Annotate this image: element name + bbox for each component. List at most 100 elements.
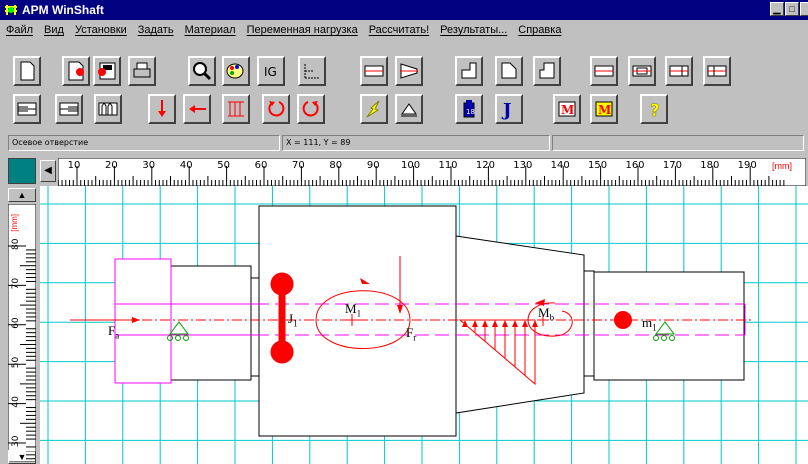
distributed-load-icon: [228, 101, 244, 117]
ruler-v-tick-label: 30: [11, 435, 21, 447]
segment-cylinder-button[interactable]: [360, 56, 388, 86]
moment-cw-button[interactable]: [297, 94, 325, 124]
hole-button[interactable]: [13, 94, 41, 124]
ruler-h-tick-label: 160: [625, 160, 644, 171]
toolbar-row-1: IG: [0, 56, 808, 94]
menu-settings[interactable]: Установки: [75, 24, 127, 36]
ruler-h-tick-label: 100: [401, 160, 420, 171]
section-neck-2: [583, 270, 595, 377]
shoulder-right-icon: [539, 62, 555, 79]
bearing-button[interactable]: 18: [455, 94, 483, 124]
groove-1-button[interactable]: [590, 56, 618, 86]
shoulder-left-button[interactable]: [455, 56, 483, 86]
horizontal-ruler: 10 20 30 40 50 60 70 80 90 100 110 120 130 140 150 160 1…: [58, 158, 806, 186]
scroll-down-button[interactable]: ▼: [8, 450, 36, 464]
move-button[interactable]: [298, 56, 326, 86]
ruler-h-tick-label: 110: [438, 160, 457, 171]
material-m2-button[interactable]: M: [590, 94, 618, 124]
palette-button[interactable]: [222, 56, 250, 86]
menu-variable-load[interactable]: Переменная нагрузка: [247, 24, 358, 36]
menu-help[interactable]: Справка: [518, 24, 561, 36]
ruler-h-tick-label: 60: [255, 160, 268, 171]
groove-3-button[interactable]: [665, 56, 693, 86]
label-j1: J1: [288, 311, 298, 329]
grid-snap-icon: IG: [264, 65, 277, 79]
status-mode: Осевое отверстие: [8, 135, 280, 151]
groove-4-button[interactable]: [703, 56, 731, 86]
close-button[interactable]: [800, 2, 808, 16]
zoom-button[interactable]: [188, 56, 216, 86]
maximize-button[interactable]: □: [785, 2, 799, 16]
support-button[interactable]: [395, 94, 423, 124]
corner-box: [8, 158, 36, 184]
new-doc-button[interactable]: [13, 56, 41, 86]
status-bar: Осевое отверстие X = 111, Y = 89: [0, 135, 808, 151]
scroll-up-button[interactable]: ▲: [8, 188, 36, 202]
menu-view[interactable]: Вид: [44, 24, 64, 36]
point-mass-m1: [614, 311, 632, 329]
menu-bar: Файл Вид Установки Задать Материал Перем…: [0, 20, 808, 40]
bore-button[interactable]: [55, 94, 83, 124]
ruler-v-tick-label: 40: [11, 396, 21, 408]
moment-ccw-button[interactable]: [262, 94, 290, 124]
ruler-h-tick-label: 180: [700, 160, 719, 171]
spline-button[interactable]: [94, 94, 122, 124]
save-button[interactable]: [62, 56, 90, 86]
material-m-icon: M: [558, 101, 576, 117]
toolbar-row-2: 18 J M M ?: [0, 94, 808, 132]
print-button[interactable]: [128, 56, 156, 86]
minimize-button[interactable]: ▁: [770, 2, 784, 16]
support-icon: [401, 103, 417, 117]
inertia-button[interactable]: J: [495, 94, 523, 124]
svg-text:J: J: [501, 100, 512, 120]
axial-force-button[interactable]: [183, 94, 211, 124]
move-icon: [304, 64, 319, 79]
chamfer-button[interactable]: [495, 56, 523, 86]
material-m-button[interactable]: M: [553, 94, 581, 124]
svg-text:M: M: [598, 103, 611, 117]
ruler-v-tick-label: 70: [11, 278, 21, 290]
ruler-v-tick-label: 50: [11, 356, 21, 368]
svg-text:IG: IG: [264, 65, 277, 79]
groove-2-button[interactable]: [628, 56, 656, 86]
ruler-h-tick-label: 140: [551, 160, 570, 171]
radial-force-button[interactable]: [148, 94, 176, 124]
bore-icon: [59, 102, 79, 116]
menu-material[interactable]: Материал: [185, 24, 236, 36]
menu-results[interactable]: Результаты...: [440, 24, 507, 36]
help-button[interactable]: ?: [640, 94, 668, 124]
groove-4-icon: [707, 65, 727, 77]
help-icon: ?: [650, 101, 660, 120]
ruler-h-tick-label: 10: [68, 160, 81, 171]
grid-snap-button[interactable]: IG: [257, 56, 285, 86]
segment-cone-icon: [400, 63, 418, 79]
ruler-scroll-left-button[interactable]: ◀: [40, 160, 56, 182]
label-mb: Mb: [538, 305, 555, 323]
save-as-icon: [98, 62, 116, 80]
hole-icon: [17, 102, 37, 116]
segment-cone-button[interactable]: [395, 56, 423, 86]
distributed-load-button[interactable]: [222, 94, 250, 124]
spline-icon: [98, 102, 118, 116]
ruler-h-tick-label: 30: [142, 160, 155, 171]
ruler-v-tick-label: 80: [11, 238, 21, 250]
axial-force-icon: [189, 105, 206, 113]
palette-icon: [226, 63, 244, 79]
moment-cw-icon: [302, 101, 319, 117]
window-title: APM WinShaft: [22, 3, 104, 17]
menu-calculate[interactable]: Рассчитать!: [369, 24, 429, 36]
ruler-h-tick-label: 20: [105, 160, 118, 171]
segment-cylinder-icon: [364, 65, 384, 77]
lightning-button[interactable]: [360, 94, 388, 124]
svg-text:?: ?: [650, 101, 660, 120]
groove-1-icon: [594, 65, 614, 77]
menu-file[interactable]: Файл: [6, 24, 33, 36]
new-doc-icon: [20, 61, 35, 81]
svg-text:18: 18: [466, 108, 475, 116]
shoulder-right-button[interactable]: [533, 56, 561, 86]
save-as-button[interactable]: [93, 56, 121, 86]
menu-define[interactable]: Задать: [138, 24, 174, 36]
print-icon: [133, 62, 151, 78]
shaft-canvas[interactable]: Fa J1 M1 Fr Mb m1: [40, 186, 808, 464]
vertical-ruler: ▲ 80 70 60 50 40 30 [mm] ▼: [0, 186, 40, 464]
